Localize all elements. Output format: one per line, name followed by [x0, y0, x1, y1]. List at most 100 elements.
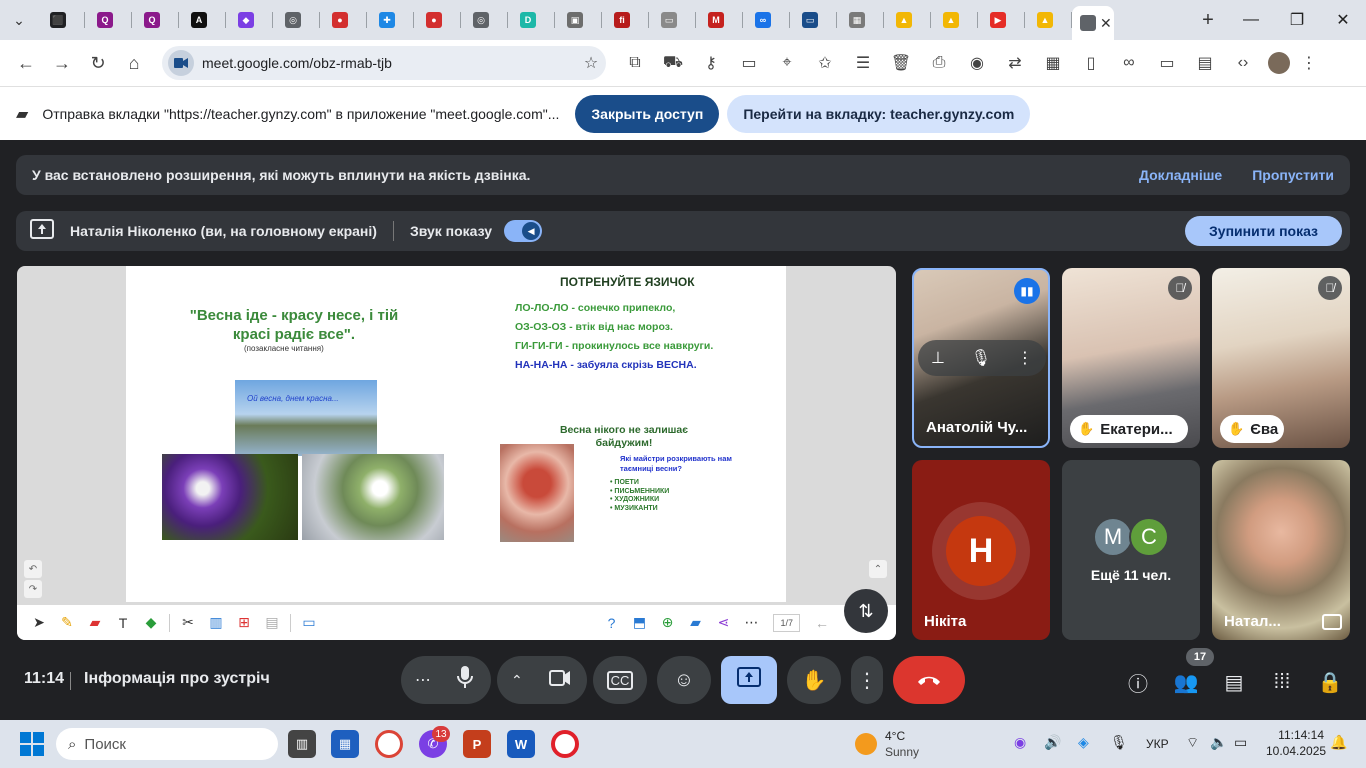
reading-mode-icon[interactable]: ▯ — [1072, 47, 1110, 79]
browser-tab[interactable]: ◎ — [273, 0, 320, 40]
host-controls-icon[interactable]: 🔒 — [1314, 666, 1346, 698]
text-tool-icon[interactable]: T — [109, 609, 137, 637]
store-icon[interactable]: ▦ — [331, 730, 359, 758]
screen-icon[interactable]: ▭ — [295, 609, 323, 637]
forward-button[interactable]: → — [44, 45, 80, 81]
weather-temperature[interactable]: 4°C — [885, 729, 905, 743]
prev-page-icon[interactable]: ← — [808, 609, 836, 637]
skip-link[interactable]: Пропустити — [1252, 167, 1334, 183]
reload-button[interactable]: ↻ — [80, 45, 116, 81]
save-icon[interactable]: ⬒ — [625, 609, 653, 637]
link-icon[interactable]: ∞ — [1110, 47, 1148, 79]
scroll-up-icon[interactable]: ⌃ — [869, 560, 887, 578]
reader-icon[interactable]: ☰ — [844, 47, 882, 79]
participant-tile[interactable]: Н Нікіта — [912, 460, 1050, 640]
wifi-icon[interactable]: ⌔ — [1186, 734, 1199, 752]
qr-icon[interactable]: ▦ — [1034, 47, 1072, 79]
chrome-icon[interactable] — [375, 730, 403, 758]
stop-presenting-button[interactable]: Зупинити показ — [1185, 216, 1342, 246]
participant-tile-self[interactable]: Натал... — [1212, 460, 1350, 640]
code-icon[interactable]: ‹› — [1224, 47, 1262, 79]
share-icon[interactable]: ⋖ — [709, 609, 737, 637]
people-icon[interactable]: 👥 — [1170, 666, 1202, 698]
browser-tab[interactable]: ✚ — [367, 0, 414, 40]
browser-tab[interactable]: ◎ — [461, 0, 508, 40]
browser-tab[interactable]: ∞ — [743, 0, 790, 40]
star-list-icon[interactable]: ✩ — [806, 47, 844, 79]
browser-tab[interactable]: ▭ — [649, 0, 696, 40]
table-icon[interactable]: ▤ — [1186, 47, 1224, 79]
others-tile[interactable]: М С Ещё 11 чел. — [1062, 460, 1200, 640]
tab-search-icon[interactable]: ⌄ — [0, 0, 38, 40]
more-options-icon[interactable]: ⋮ — [1017, 348, 1033, 368]
back-button[interactable]: ← — [8, 45, 44, 81]
widgets-icon[interactable]: ⊞ — [230, 609, 258, 637]
close-window-button[interactable]: ✕ — [1320, 0, 1366, 40]
microphone-tray-icon[interactable]: 🎙 — [1110, 734, 1128, 751]
browser-tab[interactable]: ▭ — [790, 0, 837, 40]
close-tab-icon[interactable]: ✕ — [1100, 15, 1112, 32]
location-icon[interactable]: ⌖ — [768, 47, 806, 79]
eraser-tool-icon[interactable]: ▰ — [81, 609, 109, 637]
bookmark-star-icon[interactable]: ☆ — [576, 53, 606, 73]
emoji-button[interactable]: ☺ — [657, 656, 711, 704]
battery-icon[interactable]: ▭ — [1234, 734, 1247, 751]
more-icon[interactable]: ⋯ — [737, 609, 765, 637]
pin-icon[interactable]: ⊥ — [931, 348, 945, 368]
taskbar-date[interactable]: 10.04.2025 — [1266, 744, 1326, 758]
browser-tab[interactable]: Q — [132, 0, 179, 40]
audio-options-icon[interactable]: ⋯ — [415, 670, 431, 690]
browser-tab[interactable]: ▲ — [884, 0, 931, 40]
browser-tab[interactable]: fi — [602, 0, 649, 40]
minimize-button[interactable]: — — [1228, 0, 1274, 40]
info-icon[interactable]: ⓘ — [1122, 666, 1154, 698]
chat-icon[interactable]: ▤ — [1218, 666, 1250, 698]
add-page-icon[interactable]: ⊕ — [653, 609, 681, 637]
participant-tile[interactable]: 🎙̸ ✋ Екатери... — [1062, 268, 1200, 448]
task-view-icon[interactable]: ▥ — [288, 730, 316, 758]
browser-tab[interactable]: M — [696, 0, 743, 40]
windows-start-icon[interactable] — [20, 732, 44, 756]
active-browser-tab[interactable]: ✕ — [1072, 6, 1114, 40]
page-indicator[interactable]: 1/7 — [773, 613, 800, 632]
translate-icon[interactable]: ⇄ — [996, 47, 1034, 79]
speaker-icon[interactable]: 🔈 — [1210, 734, 1227, 751]
present-button[interactable] — [721, 656, 777, 704]
shapes-tool-icon[interactable]: ◆ — [137, 609, 165, 637]
undo-icon[interactable]: ↶ — [24, 560, 42, 578]
video-options-icon[interactable]: ⌃ — [511, 672, 523, 689]
browser-tab[interactable]: ▲ — [931, 0, 978, 40]
mic-icon[interactable] — [457, 666, 473, 694]
car-icon[interactable]: ⛟ — [654, 47, 692, 79]
extensions-icon[interactable]: ⧉ — [616, 47, 654, 79]
language-indicator[interactable]: УКР — [1146, 737, 1169, 751]
maximize-button[interactable]: ❐ — [1274, 0, 1320, 40]
lens-icon[interactable]: ◉ — [958, 47, 996, 79]
card-icon[interactable]: ▭ — [730, 47, 768, 79]
tools-icon[interactable]: ✂ — [174, 609, 202, 637]
browser-tab[interactable]: ⬛ — [38, 0, 85, 40]
folder-icon[interactable]: ▰ — [681, 609, 709, 637]
swap-view-button[interactable]: ⇅ — [844, 589, 888, 633]
profile-avatar[interactable] — [1268, 52, 1290, 74]
print-icon[interactable]: ⎙ — [920, 47, 958, 79]
meeting-info-label[interactable]: Інформація про зустріч — [84, 670, 270, 688]
browser-tab[interactable]: ● — [320, 0, 367, 40]
word-icon[interactable]: W — [507, 730, 535, 758]
leave-call-button[interactable] — [893, 656, 965, 704]
raise-hand-button[interactable]: ✋ — [787, 656, 841, 704]
devices-icon[interactable]: ▭ — [1148, 47, 1186, 79]
home-button[interactable]: ⌂ — [116, 45, 152, 81]
captions-button[interactable]: CC — [593, 656, 647, 704]
learn-more-link[interactable]: Докладніше — [1139, 167, 1222, 183]
browser-tab[interactable]: ▣ — [555, 0, 602, 40]
share-audio-toggle[interactable]: ◀ — [504, 220, 543, 242]
key-icon[interactable]: ⚷ — [692, 47, 730, 79]
browser-tab[interactable]: ▲ — [1025, 0, 1072, 40]
browser-tab[interactable]: ◆ — [226, 0, 273, 40]
camera-icon[interactable] — [548, 669, 571, 692]
volume-tray-icon[interactable]: 🔊 — [1044, 734, 1061, 751]
powerpoint-icon[interactable]: P — [463, 730, 491, 758]
viber-tray-icon[interactable]: ◉ — [1014, 734, 1026, 751]
redo-icon[interactable]: ↷ — [24, 580, 42, 598]
